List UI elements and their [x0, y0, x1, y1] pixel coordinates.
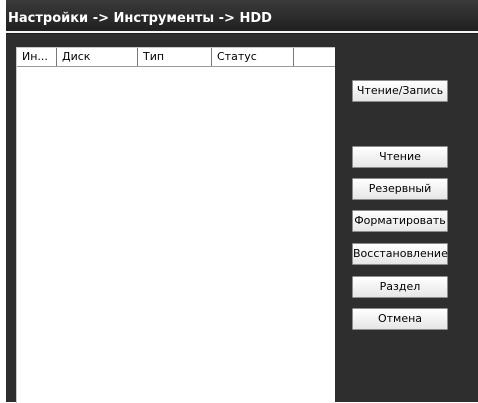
title-divider	[6, 31, 478, 33]
column-header-index[interactable]: Ин...	[17, 48, 57, 66]
window-title: Настройки -> Инструменты -> HDD	[8, 11, 272, 26]
read-button[interactable]: Чтение	[352, 146, 448, 168]
column-header-status[interactable]: Статус	[212, 48, 294, 66]
backup-button[interactable]: Резервный	[352, 178, 448, 200]
restore-button[interactable]: Восстановление	[352, 243, 448, 265]
column-header-type[interactable]: Тип	[138, 48, 212, 66]
column-header-disk[interactable]: Диск	[57, 48, 138, 66]
format-button[interactable]: Форматировать	[352, 210, 448, 232]
title-bar: Настройки -> Инструменты -> HDD	[6, 0, 478, 34]
read-write-button[interactable]: Чтение/Запись	[352, 80, 448, 102]
column-header-extra[interactable]	[294, 48, 335, 66]
hdd-settings-window: Настройки -> Инструменты -> HDD Ин... Ди…	[6, 0, 478, 403]
partition-button[interactable]: Раздел	[352, 276, 448, 298]
hdd-table-body[interactable]	[17, 67, 335, 403]
table-header: Ин... Диск Тип Статус	[17, 48, 335, 67]
hdd-list-panel[interactable]: Ин... Диск Тип Статус	[16, 47, 335, 403]
cancel-button[interactable]: Отмена	[352, 308, 448, 330]
